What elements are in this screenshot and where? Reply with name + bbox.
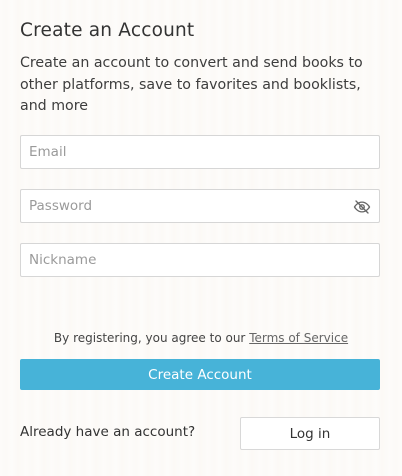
nickname-field-wrapper	[20, 243, 380, 277]
password-field-wrapper	[20, 189, 380, 223]
already-have-account-text: Already have an account?	[20, 424, 196, 440]
terms-of-service-link[interactable]: Terms of Service	[249, 331, 348, 345]
login-button[interactable]: Log in	[240, 417, 380, 450]
email-field-wrapper	[20, 135, 380, 169]
page-subtitle: Create an account to convert and send bo…	[20, 55, 363, 114]
create-account-button[interactable]: Create Account	[20, 359, 380, 390]
page-title: Create an Account	[20, 20, 195, 41]
terms-notice: By registering, you agree to our Terms o…	[0, 331, 402, 345]
nickname-field[interactable]	[21, 244, 379, 276]
eye-off-icon[interactable]	[353, 198, 371, 216]
email-field[interactable]	[21, 136, 379, 168]
terms-prefix: By registering, you agree to our	[53, 331, 250, 345]
password-field[interactable]	[21, 190, 379, 222]
create-account-panel: Create an Account Create an account to c…	[0, 0, 402, 476]
